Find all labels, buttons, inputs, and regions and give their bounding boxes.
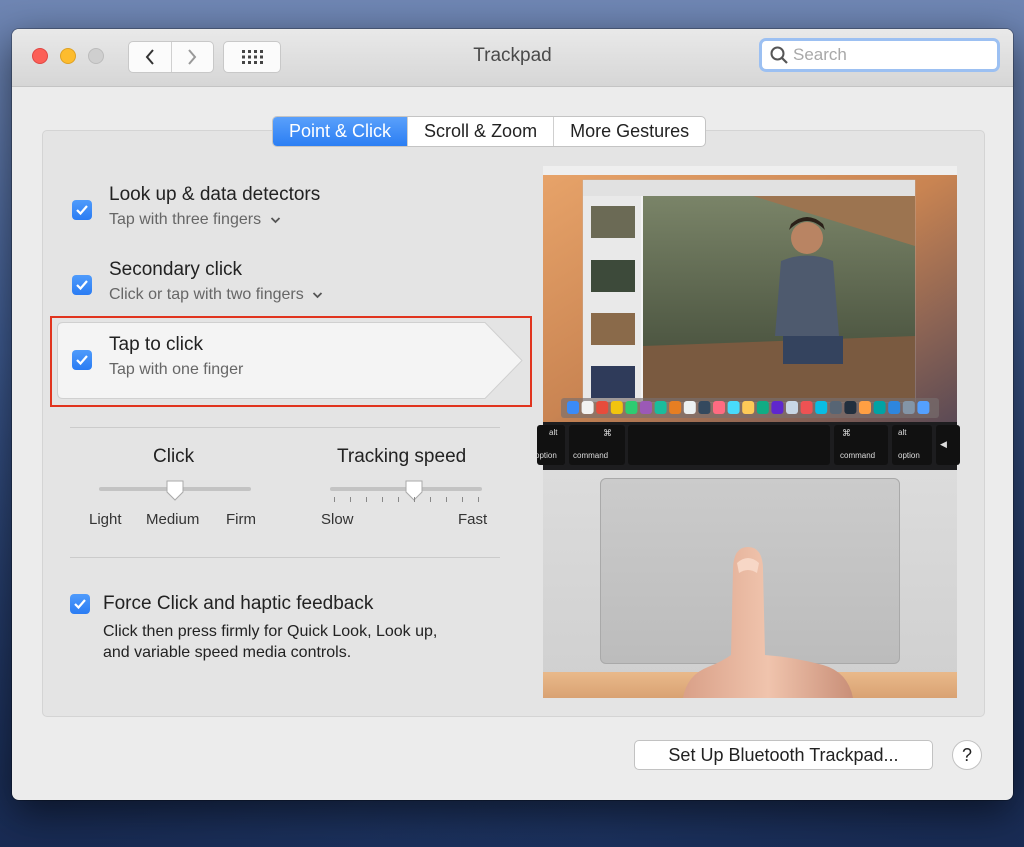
dock-app-icon (610, 401, 623, 414)
dock-app-icon (771, 401, 784, 414)
force-click-title: Force Click and haptic feedback (103, 593, 374, 614)
dock-app-icon (859, 401, 871, 414)
slider-tick (430, 497, 431, 502)
dock-app-icon (640, 401, 652, 414)
tracking-label-fast: Fast (458, 511, 488, 528)
dock-app-icon (800, 401, 813, 414)
dock-app-icon (742, 401, 755, 414)
tab-point-and-click[interactable]: Point & Click (273, 117, 408, 146)
dock-app-icon (625, 401, 638, 414)
secondary-click-subtitle: Click or tap with two fingers (109, 286, 304, 303)
dock-app-icon (683, 401, 696, 414)
force-click-description: Click then press firmly for Quick Look, … (103, 621, 503, 663)
dock-app-icon (654, 401, 667, 414)
click-slider-title: Click (153, 446, 195, 467)
tab-more-gestures[interactable]: More Gestures (553, 117, 705, 146)
dock-app-icon (581, 401, 594, 414)
dock-app-icon (698, 401, 711, 414)
lookup-title: Look up & data detectors (109, 184, 321, 205)
slider-tick (446, 497, 447, 502)
click-slider-knob[interactable] (165, 480, 185, 502)
tracking-label-slow: Slow (321, 511, 354, 528)
slider-tick (366, 497, 367, 502)
chevron-down-icon (270, 217, 280, 224)
secondary-click-gesture-dropdown[interactable]: Click or tap with two fingers (109, 286, 323, 304)
tracking-speed-title: Tracking speed (337, 446, 467, 467)
slider-tick (478, 497, 479, 502)
dock-app-icon (669, 401, 682, 414)
dock-app-icon (917, 401, 930, 414)
click-label-firm: Firm (226, 511, 256, 528)
set-up-bluetooth-trackpad-button[interactable]: Set Up Bluetooth Trackpad... (634, 740, 933, 770)
checkmark-icon (76, 205, 88, 216)
search-icon (770, 46, 788, 64)
divider (70, 427, 500, 428)
dock-app-icon (902, 401, 915, 414)
preferences-window: Trackpad Point & Click Scroll & Zoom Mor… (12, 29, 1013, 800)
finger-icon (683, 547, 853, 698)
secondary-click-checkbox[interactable] (72, 275, 92, 295)
help-button[interactable]: ? (952, 740, 982, 770)
annotation-highlight-frame (50, 316, 532, 407)
lookup-subtitle: Tap with three fingers (109, 211, 262, 228)
dock-app-icon (567, 401, 579, 414)
dock-app-icon (786, 401, 798, 414)
slider-tick (398, 497, 399, 502)
lookup-checkbox[interactable] (72, 200, 92, 220)
slider-tick (414, 497, 415, 502)
dock-app-icon (829, 401, 842, 414)
search-field[interactable] (759, 38, 1000, 72)
divider (70, 557, 500, 558)
dock-app-icon (873, 401, 886, 414)
checkmark-icon (74, 599, 86, 610)
click-label-light: Light (89, 511, 122, 528)
dock-app-icon (727, 401, 740, 414)
dock-app-icon (815, 401, 828, 414)
slider-tick (334, 497, 335, 502)
secondary-click-title: Secondary click (109, 259, 243, 280)
laptop-body (543, 470, 957, 698)
dock-app-icon (596, 401, 609, 414)
title-bar: Trackpad (12, 29, 1013, 87)
dock-app-icon (888, 401, 901, 414)
slider-tick (382, 497, 383, 502)
dock-app-icon (713, 401, 725, 414)
lookup-gesture-dropdown[interactable]: Tap with three fingers (109, 211, 281, 229)
slider-tick (350, 497, 351, 502)
search-input[interactable] (791, 44, 985, 66)
tab-bar: Point & Click Scroll & Zoom More Gesture… (272, 116, 707, 147)
checkmark-icon (76, 280, 88, 291)
chevron-down-icon (313, 292, 323, 299)
click-label-medium: Medium (146, 511, 200, 528)
dock-app-icon (756, 401, 769, 414)
force-click-description-line: and variable speed media controls. (103, 644, 352, 661)
force-click-checkbox[interactable] (70, 594, 90, 614)
tab-scroll-and-zoom[interactable]: Scroll & Zoom (407, 117, 553, 146)
slider-tick (462, 497, 463, 502)
dock-app-icon (844, 401, 857, 414)
force-click-description-line: Click then press firmly for Quick Look, … (103, 623, 438, 640)
